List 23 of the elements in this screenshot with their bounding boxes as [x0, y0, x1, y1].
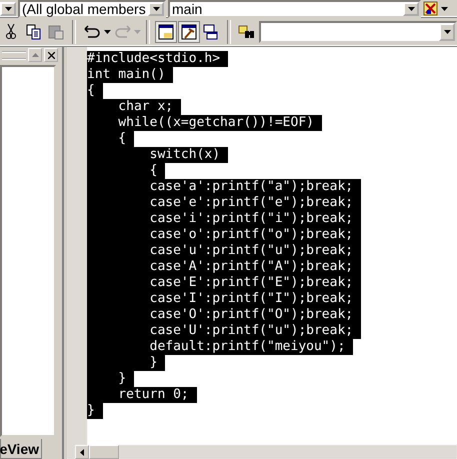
class-combo[interactable]: (All global members [18, 0, 166, 18]
left-arrow-icon [80, 448, 84, 456]
pane-grip[interactable] [2, 50, 26, 60]
dropdown-arrow-icon [104, 30, 111, 34]
workspace-tab[interactable]: eView [0, 439, 42, 459]
maximize-button[interactable] [28, 48, 42, 62]
member-combo[interactable]: main [168, 0, 421, 18]
class-filter-dropdown[interactable] [0, 2, 16, 16]
output-icon[interactable] [178, 21, 200, 43]
horizontal-scrollbar[interactable] [67, 445, 457, 459]
find-combo[interactable] [259, 21, 457, 43]
dropdown-arrow-icon [134, 30, 142, 34]
scroll-left-button[interactable] [75, 445, 89, 459]
dropdown-arrow-icon [444, 30, 451, 34]
up-arrow-icon [32, 53, 38, 57]
dropdown-arrow-icon [152, 6, 160, 10]
close-icon [48, 52, 54, 58]
scroll-thumb[interactable] [89, 445, 119, 459]
dropdown-arrow-icon [4, 6, 12, 10]
workspace-icon[interactable] [155, 21, 177, 43]
dropdown-arrow-icon [441, 6, 448, 10]
dropdown-arrow-icon [408, 6, 414, 10]
close-button[interactable] [44, 48, 58, 62]
